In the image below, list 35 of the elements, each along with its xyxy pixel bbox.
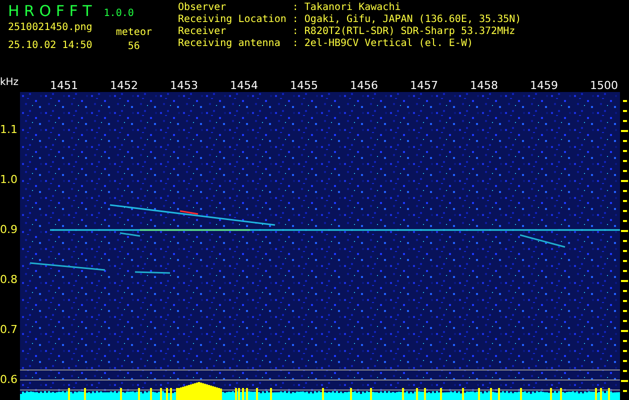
info-label: Observer: [178, 2, 228, 13]
file-name: 2510021450.png: [8, 22, 92, 33]
frequency-label: 0.7: [0, 322, 18, 338]
frequency-label: 0.8: [0, 272, 18, 288]
meteor-count: 56: [128, 41, 140, 52]
axis-unit: kHz: [0, 76, 20, 90]
info-separator: :: [292, 26, 298, 37]
frequency-label: 1.1: [0, 122, 18, 138]
info-value: 2el-HB9CV Vertical (el. E-W): [304, 38, 474, 49]
info-value: R820T2(RTL-SDR) SDR-Sharp 53.372MHz: [304, 26, 516, 37]
app-version: 1.0.0: [104, 8, 134, 19]
frequency-label: 0.6: [0, 372, 18, 388]
time-label: 1452: [109, 79, 139, 92]
time-label: 1455: [289, 79, 319, 92]
app-title: H R O F F T: [8, 2, 92, 20]
info-separator: :: [292, 38, 298, 49]
frequency-label: 1.0: [0, 172, 18, 188]
info-separator: :: [292, 2, 298, 13]
time-label: 1459: [529, 79, 559, 92]
time-label: 1458: [469, 79, 499, 92]
info-label: Receiving Location: [178, 14, 286, 25]
time-label: 1457: [409, 79, 439, 92]
info-value: Ogaki, Gifu, JAPAN (136.60E, 35.35N): [304, 14, 522, 25]
info-label: Receiver: [178, 26, 228, 37]
time-label: 1453: [169, 79, 199, 92]
info-label: Receiving antenna: [178, 38, 282, 49]
date-time: 25.10.02 14:50: [8, 40, 92, 51]
time-label: 1500: [589, 79, 619, 92]
time-label: 1456: [349, 79, 379, 92]
info-value: Takanori Kawachi: [304, 2, 402, 13]
frequency-label: 0.9: [0, 222, 18, 238]
meteor-label: meteor: [116, 27, 152, 38]
time-label: 1454: [229, 79, 259, 92]
info-separator: :: [292, 14, 298, 25]
time-label: 1451: [49, 79, 79, 92]
